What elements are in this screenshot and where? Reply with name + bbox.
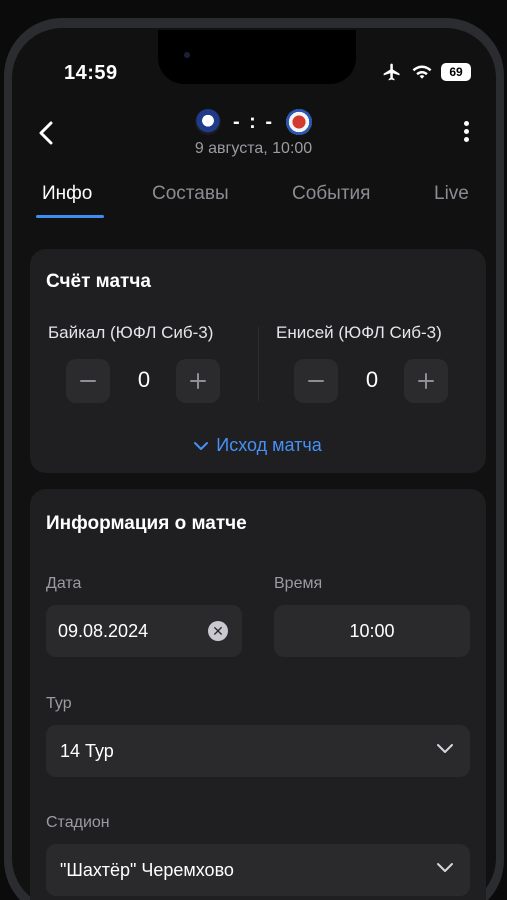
chevron-down-icon [194, 442, 209, 451]
match-score: - : - [232, 110, 275, 133]
match-info-title: Информация о матче [46, 513, 247, 534]
minus-icon [80, 380, 96, 382]
home-team-logo [194, 109, 221, 135]
home-decrement-button[interactable] [66, 359, 110, 403]
wifi-icon [412, 65, 432, 79]
plus-icon [190, 373, 206, 389]
score-card: Счёт матча Байкал (ЮФЛ Сиб-3) Енисей (ЮФ… [30, 249, 486, 473]
date-value: 09.08.2024 [58, 620, 149, 641]
status-time: 14:59 [64, 62, 118, 84]
match-date: 9 августа, 10:00 [194, 140, 313, 157]
home-increment-button[interactable] [176, 359, 220, 403]
tab-events[interactable]: События [292, 183, 370, 205]
score-card-title: Счёт матча [46, 271, 151, 292]
round-value: 14 Тур [60, 740, 114, 761]
date-field[interactable]: 09.08.2024 ✕ [46, 605, 242, 657]
battery-icon: 69 [441, 63, 471, 81]
tab-live[interactable]: Live [434, 183, 469, 205]
away-team-logo [286, 109, 313, 135]
match-info-card: Информация о матче Дата Время 09.08.2024… [30, 489, 486, 900]
tab-lineups[interactable]: Составы [152, 183, 229, 205]
time-value: 10:00 [349, 620, 395, 641]
away-team-name: Енисей (ЮФЛ Сиб-3) [276, 323, 442, 342]
teams-divider [258, 327, 259, 401]
round-select[interactable]: 14 Тур [46, 725, 470, 777]
clear-icon[interactable]: ✕ [208, 621, 228, 641]
date-label: Дата [46, 575, 82, 592]
more-options-icon[interactable] [458, 118, 474, 148]
tab-info[interactable]: Инфо [42, 183, 92, 205]
home-team-name: Байкал (ЮФЛ Сиб-3) [48, 323, 214, 342]
time-field[interactable]: 10:00 [274, 605, 470, 657]
time-label: Время [274, 575, 323, 592]
status-icons: 69 [381, 62, 471, 82]
airplane-icon [383, 63, 400, 81]
stadium-label: Стадион [46, 814, 110, 831]
chevron-down-icon [437, 744, 453, 753]
tab-bar: Инфо Составы События Live [0, 183, 507, 219]
round-label: Тур [46, 695, 72, 712]
plus-icon [418, 373, 434, 389]
match-outcome-label: Исход матча [216, 435, 322, 455]
minus-icon [308, 380, 324, 382]
away-score: 0 [365, 367, 379, 392]
stadium-select[interactable]: "Шахтёр" Черемхово [46, 844, 470, 896]
home-score: 0 [137, 367, 151, 392]
camera-icon [184, 52, 190, 58]
away-increment-button[interactable] [404, 359, 448, 403]
away-decrement-button[interactable] [294, 359, 338, 403]
chevron-down-icon [437, 863, 453, 872]
active-tab-indicator [36, 215, 104, 218]
match-outcome-toggle[interactable]: Исход матча [30, 435, 486, 456]
match-summary: - : - 9 августа, 10:00 [0, 108, 507, 158]
match-header: - : - 9 августа, 10:00 [0, 100, 507, 160]
stadium-value: "Шахтёр" Черемхово [60, 859, 234, 880]
